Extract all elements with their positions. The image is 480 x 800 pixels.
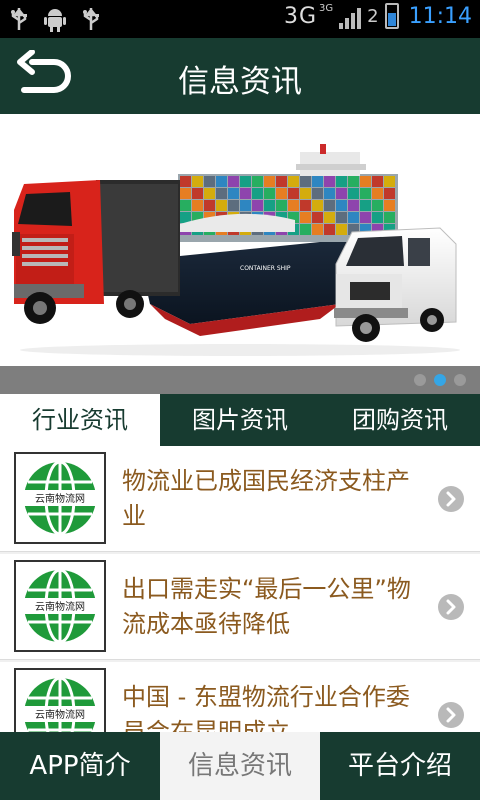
thumb-label: 云南物流网	[35, 708, 85, 721]
news-thumbnail: 云南物流网	[14, 452, 106, 544]
news-thumbnail: 云南物流网	[14, 560, 106, 652]
signal-icon	[339, 3, 362, 29]
pager-dot[interactable]	[434, 374, 446, 386]
pager-dot[interactable]	[454, 374, 466, 386]
thumb-label: 云南物流网	[35, 492, 85, 505]
category-tabs: 行业资讯 图片资讯 团购资讯	[0, 394, 480, 446]
globe-logo-icon: 云南物流网	[22, 460, 98, 536]
nav-platform-intro[interactable]: 平台介绍	[320, 732, 480, 800]
clock: 11:14	[408, 3, 472, 29]
tab-industry-news[interactable]: 行业资讯	[0, 394, 160, 446]
ship-caption: CONTAINER SHIP	[240, 265, 291, 272]
nav-info-news[interactable]: 信息资讯	[160, 732, 320, 800]
globe-logo-icon: 云南物流网	[22, 676, 98, 732]
pager-dots	[414, 374, 466, 386]
sim-indicator: 2	[367, 5, 379, 27]
news-title: 出口需走实“最后一公里”物流成本亟待降低	[122, 575, 411, 638]
usb-icon	[11, 7, 27, 30]
news-title: 中国 - 东盟物流行业合作委员会在昆明成立	[122, 683, 410, 732]
page-title: 信息资讯	[178, 64, 302, 100]
app-header: 信息资讯	[0, 38, 480, 114]
banner-pager	[0, 366, 480, 394]
bottom-navigation: APP简介 信息资讯 平台介绍	[0, 732, 480, 800]
tab-picture-news[interactable]: 图片资讯	[160, 394, 320, 446]
network-type-small: 3G	[319, 3, 334, 14]
list-item[interactable]: 云南物流网 中国 - 东盟物流行业合作委员会在昆明成立	[0, 662, 480, 732]
battery-charging-icon	[384, 3, 399, 29]
chevron-right-icon	[438, 594, 464, 620]
android-debug-icon	[44, 9, 66, 32]
pager-dot[interactable]	[414, 374, 426, 386]
list-item[interactable]: 云南物流网 出口需走实“最后一公里”物流成本亟待降低	[0, 554, 480, 660]
logistics-banner-image: CONTAINER SHIP	[0, 114, 480, 366]
system-indicators: 3G 3G 2 11:14	[284, 3, 472, 29]
tab-group-buy-news[interactable]: 团购资讯	[320, 394, 480, 446]
nav-app-intro[interactable]: APP简介	[0, 732, 160, 800]
banner-carousel[interactable]: CONTAINER SHIP	[0, 114, 480, 366]
chevron-right-icon	[438, 486, 464, 512]
status-bar: 3G 3G 2 11:14	[0, 0, 480, 38]
news-list: 云南物流网 物流业已成国民经济支柱产业 云南物流网 出口需走实“最后一公里”物流…	[0, 446, 480, 732]
news-title: 物流业已成国民经济支柱产业	[122, 467, 410, 530]
news-thumbnail: 云南物流网	[14, 668, 106, 732]
network-type: 3G	[283, 3, 318, 29]
list-item[interactable]: 云南物流网 物流业已成国民经济支柱产业	[0, 446, 480, 552]
thumb-label: 云南物流网	[35, 600, 85, 613]
chevron-right-icon	[438, 702, 464, 728]
notification-icons	[8, 6, 102, 32]
globe-logo-icon: 云南物流网	[22, 568, 98, 644]
usb-icon	[83, 7, 99, 30]
